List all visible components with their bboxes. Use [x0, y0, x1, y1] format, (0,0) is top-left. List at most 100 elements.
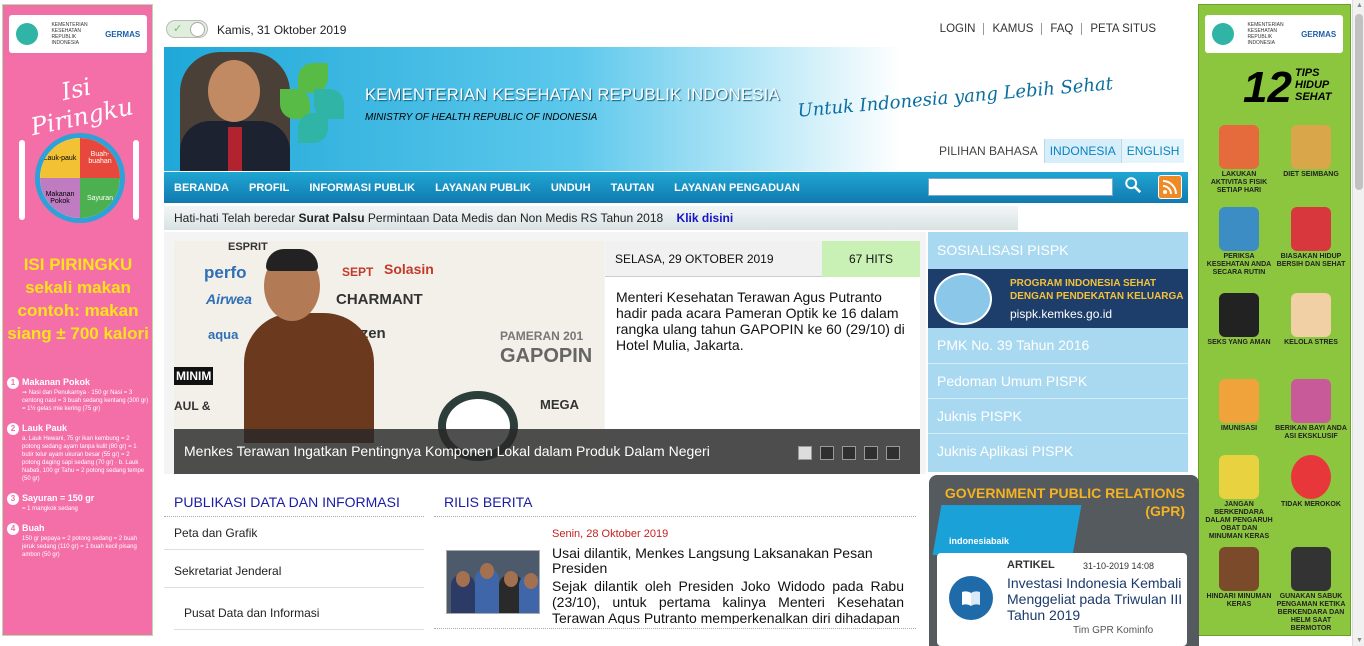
publikasi-sublink[interactable]: Pusat Krisis Kesehatan: [174, 630, 424, 646]
site-subtitle: MINISTRY OF HEALTH REPUBLIC OF INDONESIA: [365, 112, 598, 123]
scroll-down-icon[interactable]: ▼: [1356, 637, 1363, 644]
gender-icon: [1219, 293, 1259, 337]
accessibility-toggle[interactable]: ✓: [166, 20, 208, 38]
current-date: Kamis, 31 Oktober 2019: [217, 23, 347, 37]
search-icon[interactable]: [1124, 176, 1142, 194]
page-scrollbar[interactable]: ▲ ▼: [1352, 0, 1364, 646]
publikasi-section: PUBLIKASI DATA DAN INFORMASI Peta dan Gr…: [164, 492, 424, 646]
search-input[interactable]: [928, 178, 1113, 196]
alert-link[interactable]: Klik disini: [677, 211, 734, 225]
tips-title: TIPS HIDUP SEHAT: [1295, 67, 1332, 103]
kamus-link[interactable]: KAMUS: [983, 23, 1041, 35]
warning-ticker: Hati-hati Telah beredar Surat Palsu Perm…: [164, 206, 1018, 230]
faq-link[interactable]: FAQ: [1041, 23, 1081, 35]
germas-logo: GERMAS: [1301, 29, 1337, 39]
pispk-link[interactable]: Juknis Aplikasi PISPK: [928, 433, 1188, 459]
plate-sayuran: Sayuran: [80, 178, 120, 218]
top-links: LOGIN KAMUS FAQ PETA SITUS: [932, 23, 1164, 35]
login-link[interactable]: LOGIN: [932, 23, 984, 35]
tip-label: BERIKAN BAYI ANDA ASI EKSKLUSIF: [1275, 425, 1347, 440]
slider-dot[interactable]: [820, 446, 834, 460]
slider-dot[interactable]: [842, 446, 856, 460]
brand-text: perfo: [204, 263, 247, 282]
portion-item: 4 Buah 150 gr pepaya = 2 potong sedang = …: [7, 523, 149, 559]
knife-icon: [133, 140, 139, 220]
tip-label: LAKUKAN AKTIVITAS FISIK SETIAP HARI: [1210, 171, 1268, 194]
rilis-thumbnail[interactable]: [446, 550, 540, 614]
nav-profil[interactable]: PROFIL: [239, 182, 299, 194]
banner-logos: KEMENTERIAN KESEHATAN REPUBLIK INDONESIA…: [9, 15, 147, 53]
indonesiabaik-logo: indonesiabaik: [949, 536, 1010, 546]
rilis-berita-section: RILIS BERITA Senin, 28 Oktober 2019 Usai…: [434, 492, 916, 629]
alert-bold: Surat Palsu: [298, 211, 365, 225]
nav-unduh[interactable]: UNDUH: [541, 182, 601, 194]
kemenkes-logo-text: KEMENTERIAN KESEHATAN REPUBLIK INDONESIA: [1247, 22, 1284, 46]
kemenkes-logo-icon: [15, 23, 38, 45]
rss-icon[interactable]: [1158, 175, 1182, 199]
publikasi-link[interactable]: Peta dan Grafik: [164, 517, 424, 550]
nav-informasi-publik[interactable]: INFORMASI PUBLIK: [299, 182, 425, 194]
slider-dot[interactable]: [798, 446, 812, 460]
nav-beranda[interactable]: BERANDA: [164, 182, 239, 194]
immunization-icon: [1219, 379, 1259, 423]
page: KEMENTERIAN KESEHATAN REPUBLIK INDONESIA…: [0, 0, 1364, 646]
publikasi-sublink[interactable]: Pusat Data dan Informasi: [174, 588, 424, 630]
kemenkes-logo-icon[interactable]: [280, 63, 344, 143]
nav-layanan-pengaduan[interactable]: LAYANAN PENGADUAN: [664, 182, 810, 194]
house-icon: [1291, 207, 1331, 251]
tip-label: GUNAKAN SABUK PENGAMAN KETIKA BERKENDARA…: [1276, 593, 1346, 632]
minister-photo: [180, 52, 290, 171]
slide-info-panel: SELASA, 29 OKTOBER 2019 67 HITS Menteri …: [605, 241, 920, 429]
pills-icon: [1219, 455, 1259, 499]
tip-label: HINDARI MINUMAN KERAS: [1206, 593, 1272, 608]
tip-label: SEKS YANG AMAN: [1207, 339, 1271, 346]
slider-dot[interactable]: [864, 446, 878, 460]
tip-label: DIET SEIMBANG: [1283, 171, 1339, 178]
language-english[interactable]: ENGLISH: [1120, 139, 1185, 163]
plate-makanan-pokok: Makanan Pokok: [40, 178, 80, 218]
seatbelt-icon: [1291, 547, 1331, 591]
breastfeeding-icon: [1291, 379, 1331, 423]
language-indonesia[interactable]: INDONESIA: [1043, 139, 1121, 163]
bottles-icon: [1219, 547, 1259, 591]
tip-label: PERIKSA KESEHATAN ANDA SECARA RUTIN: [1206, 253, 1272, 276]
alert-prefix: Hati-hati Telah beredar: [174, 211, 299, 225]
gpr-headline[interactable]: Investasi Indonesia Kembali Menggeliat p…: [1007, 575, 1185, 623]
pispk-heading[interactable]: SOSIALISASI PISPK: [928, 242, 1188, 258]
gpr-widget: indonesiabaik GOVERNMENT PUBLIC RELATION…: [929, 475, 1199, 646]
pispk-panel: SOSIALISASI PISPK PROGRAM INDONESIA SEHA…: [928, 232, 1188, 472]
tip-label: KELOLA STRES: [1284, 339, 1338, 346]
plate-lauk-pauk: Lauk-pauk: [40, 138, 80, 178]
brand-text: MINIM: [174, 367, 214, 385]
slider-dot[interactable]: [886, 446, 900, 460]
kemenkes-logo-icon: [1211, 23, 1234, 45]
scroll-up-icon[interactable]: ▲: [1356, 2, 1363, 9]
language-selector: PILIHAN BAHASA INDONESIA ENGLISH: [939, 139, 1185, 163]
site-header: KEMENTERIAN KESEHATAN REPUBLIK INDONESIA…: [164, 47, 1188, 171]
brand-text: GAPOPIN: [500, 345, 593, 367]
site-title: KEMENTERIAN KESEHATAN REPUBLIK INDONESIA: [365, 86, 780, 104]
slide-summary: Menteri Kesehatan Terawan Agus Putranto …: [616, 289, 905, 353]
scroll-thumb[interactable]: [1355, 14, 1363, 190]
pispk-banner[interactable]: PROGRAM INDONESIA SEHAT DENGAN PENDEKATA…: [928, 269, 1188, 328]
diet-icon: [1291, 125, 1331, 169]
publikasi-heading: PUBLIKASI DATA DAN INFORMASI: [164, 492, 424, 517]
slide-date: SELASA, 29 OKTOBER 2019: [605, 241, 822, 277]
rilis-title[interactable]: Usai dilantik, Menkes Langsung Laksanaka…: [552, 546, 912, 576]
gpr-article-card[interactable]: ARTIKEL 31-10-2019 14:08 Investasi Indon…: [937, 553, 1187, 646]
tips-hidup-sehat-banner[interactable]: KEMENTERIAN KESEHATAN REPUBLIK INDONESIA…: [1198, 4, 1351, 636]
nav-layanan-publik[interactable]: LAYANAN PUBLIK: [425, 182, 541, 194]
pispk-banner-text: PROGRAM INDONESIA SEHAT DENGAN PENDEKATA…: [1010, 278, 1184, 302]
banner-logos: KEMENTERIAN KESEHATAN REPUBLIK INDONESIA…: [1205, 15, 1343, 53]
pispk-link[interactable]: Juknis PISPK: [928, 398, 1188, 424]
pispk-link[interactable]: PMK No. 39 Tahun 2016: [928, 337, 1188, 353]
activity-icon: [1219, 125, 1259, 169]
pispk-banner-url: pispk.kemkes.go.id: [1010, 307, 1113, 321]
pispk-link[interactable]: Pedoman Umum PISPK: [928, 363, 1188, 389]
tip-label: BIASAKAN HIDUP BERSIH DAN SEHAT: [1276, 253, 1346, 268]
brand-text: aqua: [208, 327, 239, 342]
peta-situs-link[interactable]: PETA SITUS: [1081, 23, 1164, 35]
publikasi-link[interactable]: Sekretariat Jenderal: [164, 550, 424, 588]
nav-tautan[interactable]: TAUTAN: [601, 182, 665, 194]
isi-piringku-banner[interactable]: KEMENTERIAN KESEHATAN REPUBLIK INDONESIA…: [2, 4, 153, 636]
